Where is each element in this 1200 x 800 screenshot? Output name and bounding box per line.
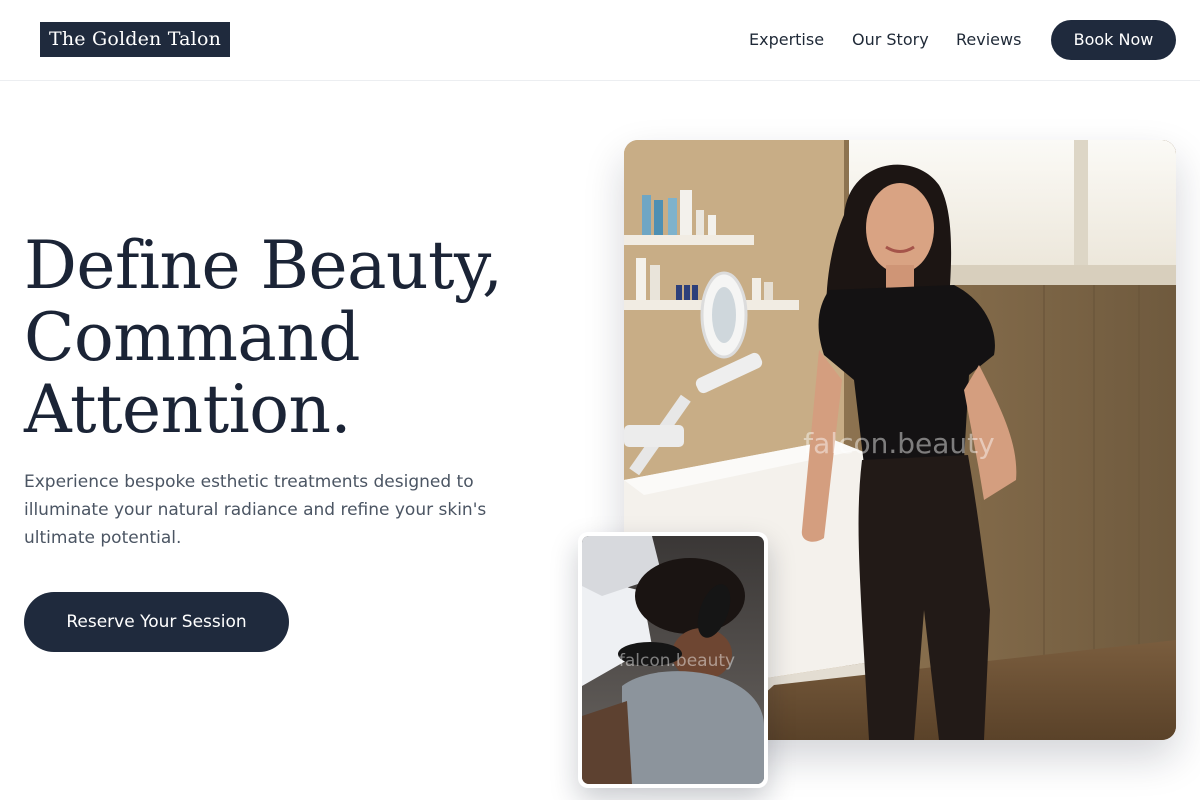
headline-line-3: Attention. xyxy=(24,371,351,448)
headline-line-1: Define Beauty, xyxy=(24,227,503,304)
main-image-watermark: falcon.beauty xyxy=(803,427,994,460)
inset-image-watermark: falcon.beauty xyxy=(619,651,735,671)
nav-link-reviews[interactable]: Reviews xyxy=(956,28,1021,52)
hero-description: Experience bespoke esthetic treatments d… xyxy=(24,472,487,548)
site-header: The Golden Talon Expertise Our Story Rev… xyxy=(0,0,1200,81)
nav-link-our-story[interactable]: Our Story xyxy=(852,28,929,52)
book-now-button[interactable]: Book Now xyxy=(1051,20,1176,60)
reserve-session-button[interactable]: Reserve Your Session xyxy=(24,592,289,652)
nav-link-expertise[interactable]: Expertise xyxy=(749,28,824,52)
hero-headline: Define Beauty, Command Attention. xyxy=(24,230,544,446)
treatment-photo-card: falcon.beauty xyxy=(578,532,768,788)
brand-logo[interactable]: The Golden Talon xyxy=(40,22,230,57)
headline-line-2: Command xyxy=(24,299,361,376)
